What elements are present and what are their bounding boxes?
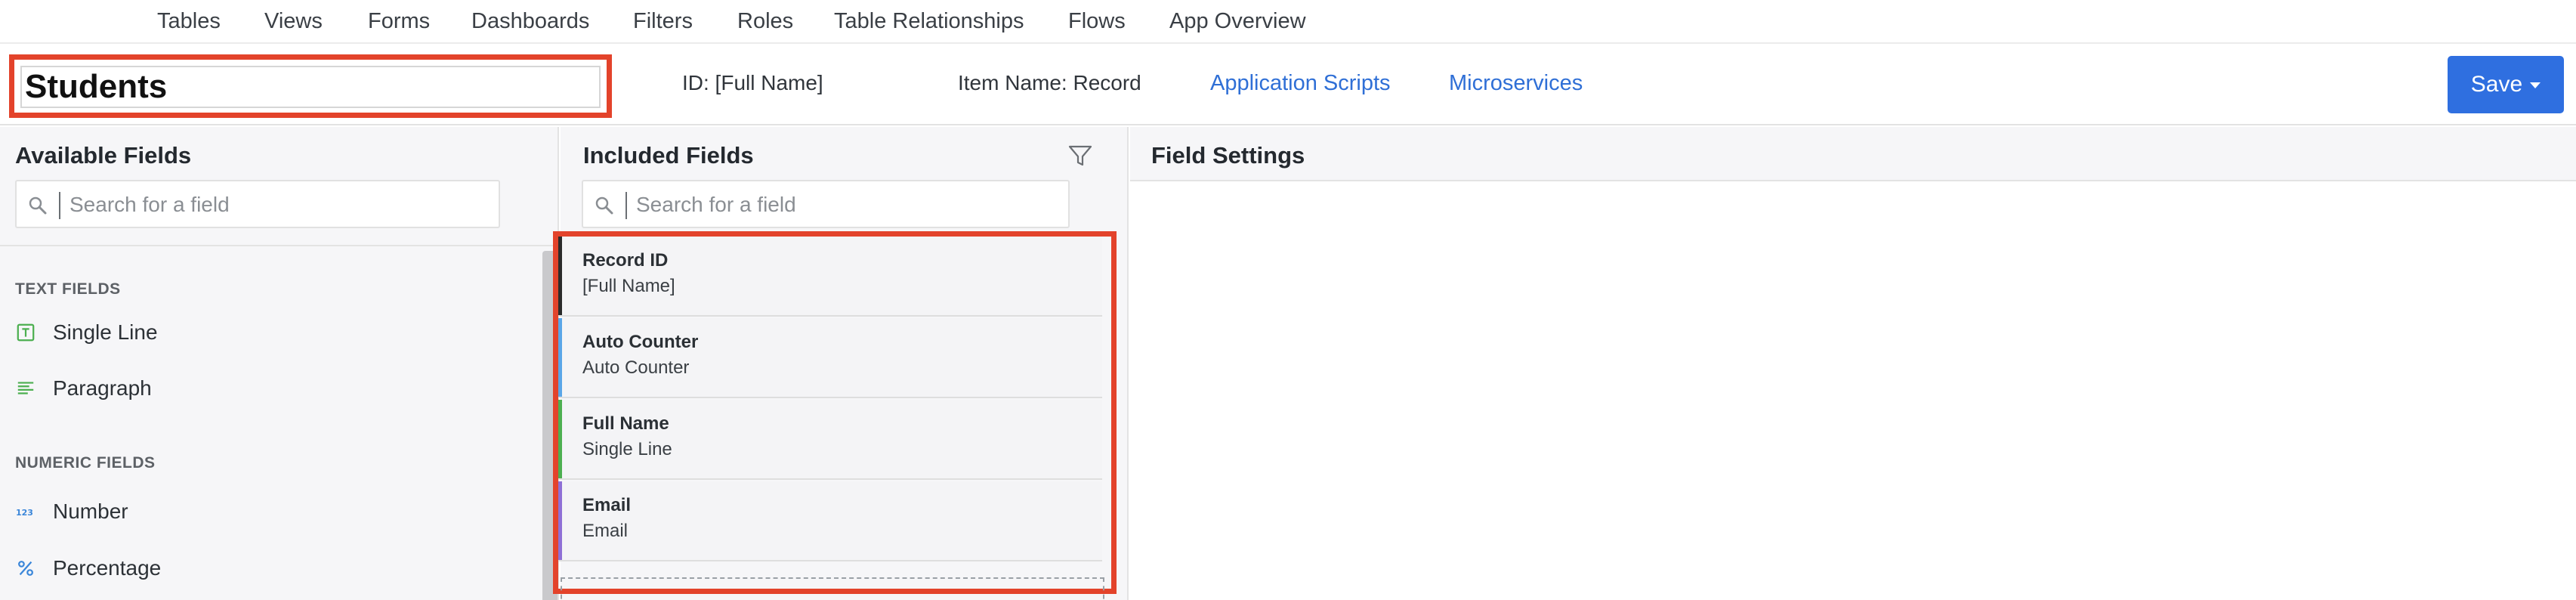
included-fields-search[interactable] [582,180,1070,228]
microservices-link[interactable]: Microservices [1449,68,1583,98]
field-color-bar [558,400,562,478]
nav-dashboards[interactable]: Dashboards [471,5,589,38]
search-icon [595,196,613,215]
field-type-single-line[interactable]: Single Line [15,316,158,349]
nav-forms[interactable]: Forms [368,5,430,38]
nav-roles[interactable]: Roles [737,5,793,38]
item-name-label: Item Name: Record [958,71,1141,94]
field-type-label: Paragraph [53,376,152,400]
field-type-number[interactable]: 123 Number [15,495,128,528]
field-name: Auto Counter [582,332,699,352]
paragraph-icon [15,378,36,399]
caret-down-icon [2530,82,2541,88]
available-fields-search[interactable] [15,180,500,228]
filter-icon[interactable] [1065,141,1095,171]
field-card-record-id[interactable]: Record ID [Full Name] [558,237,1102,317]
search-caret [625,192,627,219]
percentage-icon [15,558,36,579]
field-type: Auto Counter [582,357,690,378]
included-fields-title: Included Fields [583,142,754,169]
record-id-label: ID: [Full Name] [682,71,823,94]
field-drop-zone[interactable] [561,577,1104,600]
field-type-label: Percentage [53,556,162,580]
nav-filters[interactable]: Filters [633,5,693,38]
nav-views[interactable]: Views [264,5,323,38]
application-scripts-link[interactable]: Application Scripts [1210,68,1391,98]
field-color-bar [558,481,562,560]
nav-tables[interactable]: Tables [157,5,221,38]
field-type-percentage[interactable]: Percentage [15,552,161,585]
nav-flows[interactable]: Flows [1068,5,1126,38]
field-name: Full Name [582,413,669,434]
field-name: Record ID [582,250,669,271]
field-type: [Full Name] [582,276,675,296]
nav-app-overview[interactable]: App Overview [1169,5,1306,38]
field-card-auto-counter[interactable]: Auto Counter Auto Counter [558,318,1102,398]
field-color-bar [558,237,562,315]
included-fields-panel: Included Fields Record ID [Full Name] Au… [553,127,1129,600]
field-settings-title: Field Settings [1151,142,1305,169]
available-search-input[interactable] [69,187,493,222]
field-card-full-name[interactable]: Full Name Single Line [558,400,1102,480]
svg-text:123: 123 [16,508,33,518]
field-settings-header: Field Settings [1130,127,2576,181]
table-name-input[interactable] [20,66,601,108]
included-fields-highlight: Record ID [Full Name] Auto Counter Auto … [553,231,1117,594]
field-type: Single Line [582,439,672,459]
save-label: Save [2470,72,2523,97]
included-search-input[interactable] [636,187,1059,222]
field-card-email[interactable]: Email Email [558,481,1102,561]
save-button[interactable]: Save [2448,56,2564,113]
nav-table-relationships[interactable]: Table Relationships [834,5,1024,38]
field-settings-panel: Field Settings [1130,127,2576,600]
top-navigation: Tables Views Forms Dashboards Filters Ro… [0,0,2576,44]
field-type: Email [582,521,629,541]
single-line-icon [15,322,36,343]
field-type-paragraph[interactable]: Paragraph [15,372,152,405]
field-type-label: Number [53,499,128,523]
table-name-highlight [9,54,612,118]
table-header: ID: [Full Name] Item Name: Record Applic… [0,45,2576,125]
field-name: Email [582,495,632,515]
available-fields-panel: Available Fields TEXT FIELDS [0,127,559,600]
section-text-fields: TEXT FIELDS [15,280,121,298]
divider [0,245,559,246]
search-caret [59,192,60,219]
field-color-bar [558,318,562,397]
search-icon [29,196,47,215]
number-icon: 123 [15,501,36,522]
available-fields-title: Available Fields [15,142,192,169]
field-type-label: Single Line [53,320,158,344]
section-numeric-fields: NUMERIC FIELDS [15,454,156,472]
